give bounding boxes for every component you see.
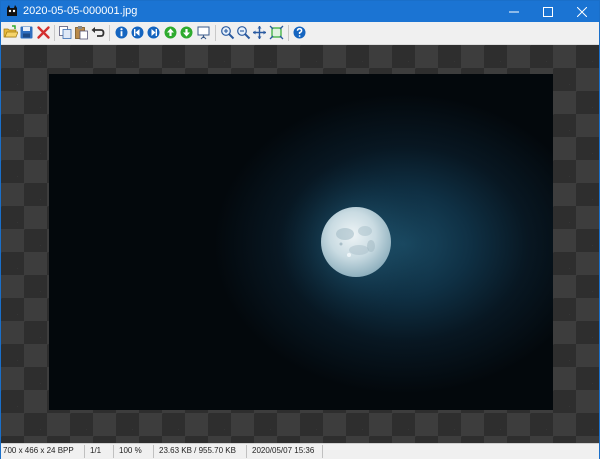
toolbar-separator (54, 25, 55, 41)
toolbar-separator (215, 25, 216, 41)
actual-size-icon[interactable] (269, 25, 284, 40)
maximize-button[interactable] (531, 1, 565, 22)
window-title: 2020-05-05-000001.jpg (23, 5, 138, 17)
toolbar (1, 22, 599, 45)
image-canvas[interactable] (1, 45, 599, 443)
delete-icon[interactable] (36, 25, 51, 40)
title-bar[interactable]: 2020-05-05-000001.jpg (1, 1, 599, 22)
toolbar-separator (288, 25, 289, 41)
status-file-size: 23.63 KB / 955.70 KB (159, 446, 236, 455)
open-folder-icon[interactable] (3, 25, 18, 40)
minimize-icon (509, 11, 519, 12)
status-divider (113, 445, 114, 458)
status-dimensions: 700 x 466 x 24 BPP (3, 446, 74, 455)
next-icon[interactable] (146, 25, 161, 40)
status-zoom: 100 % (119, 446, 142, 455)
status-date: 2020/05/07 15:36 (252, 446, 315, 455)
status-divider (84, 445, 85, 458)
copy-icon[interactable] (58, 25, 73, 40)
previous-icon[interactable] (130, 25, 145, 40)
slideshow-icon[interactable] (196, 25, 211, 40)
info-icon[interactable] (114, 25, 129, 40)
status-divider (246, 445, 247, 458)
image-viewer-window: 2020-05-05-000001.jpg 700 x 466 x 24 BPP… (0, 0, 600, 459)
status-divider (153, 445, 154, 458)
status-divider (322, 445, 323, 458)
paste-icon[interactable] (74, 25, 89, 40)
status-page: 1/1 (90, 446, 102, 455)
zoom-in-icon[interactable] (220, 25, 235, 40)
app-icon (5, 4, 19, 18)
help-icon[interactable] (292, 25, 307, 40)
zoom-out-icon[interactable] (236, 25, 251, 40)
move-up-icon[interactable] (163, 25, 178, 40)
status-bar: 700 x 466 x 24 BPP 1/1 100 % 23.63 KB / … (1, 443, 599, 459)
minimize-button[interactable] (497, 1, 531, 22)
close-icon (577, 6, 587, 17)
save-icon[interactable] (19, 25, 34, 40)
fit-window-icon[interactable] (252, 25, 267, 40)
close-button[interactable] (565, 1, 599, 22)
undo-icon[interactable] (90, 25, 105, 40)
maximize-icon (543, 6, 553, 17)
toolbar-separator (109, 25, 110, 41)
move-down-icon[interactable] (179, 25, 194, 40)
moon-photo (49, 74, 553, 410)
